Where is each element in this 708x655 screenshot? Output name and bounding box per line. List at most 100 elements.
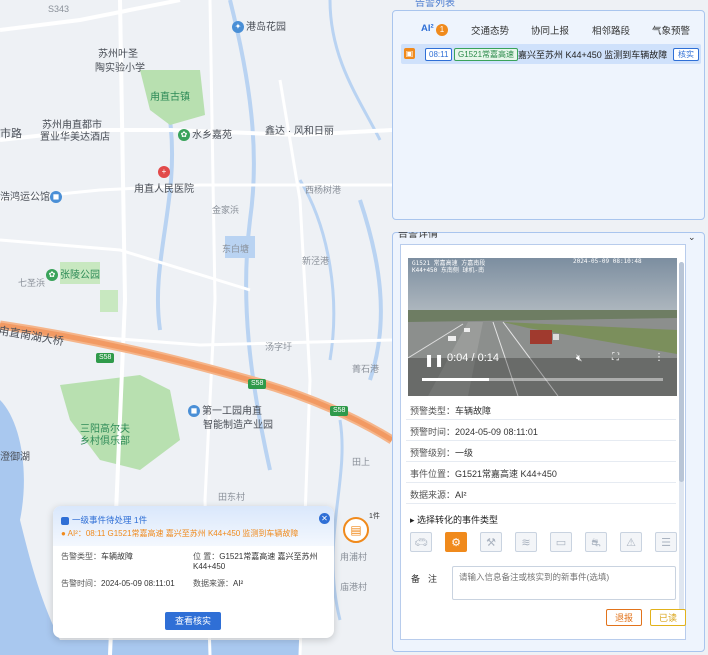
car-icon: ▣ xyxy=(404,48,415,59)
popup-time: 告警时间：2024-05-09 08:11:01 xyxy=(61,579,175,588)
map-label: ✿ 水乡嘉苑 xyxy=(178,126,232,142)
barrier-icon[interactable]: ▭ xyxy=(550,532,572,552)
event-type-section: ▸ 选择转化的事件类型 xyxy=(410,515,499,525)
caret-right-icon: ▸ xyxy=(410,515,415,525)
tab-traffic[interactable]: 交通态势 xyxy=(471,23,509,37)
tab-weather[interactable]: 气象预警 xyxy=(652,23,690,37)
map-label: 新泾港 xyxy=(302,256,330,266)
divider xyxy=(406,419,676,420)
map-label: 金家浜 xyxy=(212,205,240,215)
video-player[interactable]: G1521 常嘉高速 方嘉南段 K44+450 东南侧 球机-南 2024-05… xyxy=(408,258,677,396)
verify-button[interactable]: 核实 xyxy=(673,48,699,61)
popup-header xyxy=(53,506,334,546)
map-label: 浩鸿运公馆 ◼ xyxy=(0,188,64,204)
map-label: 鑫达 · 风和日丽 xyxy=(265,126,334,137)
map-label: 菁石港 xyxy=(352,364,380,374)
close-icon[interactable]: ✕ xyxy=(319,513,330,524)
float-count: 1件 xyxy=(369,513,380,520)
event-popup: 一级事件待处理 1件 ✕ ● AI²：08:11 G1521常嘉高速 嘉兴至苏州… xyxy=(53,506,334,638)
tab-adjacent[interactable]: 相邻路段 xyxy=(592,23,630,37)
video-frame xyxy=(408,258,677,396)
map-label: 陶实验小学 xyxy=(95,63,145,74)
vehicle-icon[interactable]: 🚗︎ xyxy=(410,532,432,552)
alert-list-title: 告警列表 xyxy=(415,0,455,9)
tab-report[interactable]: 协同上报 xyxy=(531,23,569,37)
map-label: S343 xyxy=(48,4,70,14)
park-icon: ✿ xyxy=(178,129,190,142)
map-label: 西杨树港 xyxy=(305,185,342,195)
map-label: 市路 xyxy=(0,128,22,140)
chevron-down-icon[interactable]: ⌄ xyxy=(688,232,696,243)
map-label: 甪直古镇 xyxy=(150,92,190,103)
poi-icon: ◼ xyxy=(188,405,200,418)
field-level: 预警级别：一级 xyxy=(410,448,474,458)
map-label: ✿ 张陵公园 xyxy=(46,266,100,282)
map-label: 甪直人民医院 xyxy=(134,184,194,195)
alert-time: 08:11 xyxy=(425,48,453,61)
mute-icon[interactable]: 🔇︎ xyxy=(576,353,582,364)
warning-icon[interactable]: ⚠ xyxy=(620,532,642,552)
detail-title: 告警详情 xyxy=(398,232,438,240)
map-label: 七圣浜 xyxy=(18,278,46,288)
scrollbar[interactable] xyxy=(679,262,684,622)
alert-row[interactable]: ▣ 08:11 G1521常嘉高速 嘉兴至苏州 K44+450 监测到车辆故障 … xyxy=(401,44,701,64)
video-progress-fill xyxy=(422,378,490,381)
map-label: 苏州叶圣 xyxy=(98,49,138,60)
popup-event[interactable]: ● AI²：08:11 G1521常嘉高速 嘉兴至苏州 K44+450 监测到车… xyxy=(61,528,298,539)
layers-icon[interactable]: ☰ xyxy=(655,532,677,552)
clipboard-icon[interactable]: ▤ xyxy=(343,517,369,543)
alert-list-panel: AI² 1 交通态势 协同上报 相邻路段 气象预警 ▣ 08:11 G1521常… xyxy=(392,10,705,220)
map-label: 田东村 xyxy=(218,492,246,502)
alert-road: G1521常嘉高速 xyxy=(454,48,519,61)
video-progress[interactable] xyxy=(422,378,663,381)
divider xyxy=(406,482,676,483)
pause-icon[interactable]: ❚❚ xyxy=(424,353,444,367)
map-label: 智能制造产业园 xyxy=(203,420,273,431)
popup-source: 数据来源：AI² xyxy=(193,579,244,588)
tab-badge: 1 xyxy=(436,24,448,36)
alert-tabs: AI² 1 交通态势 协同上报 相邻路段 气象预警 xyxy=(393,19,704,47)
accident-icon[interactable]: ⛐ xyxy=(585,532,607,552)
view-verify-button[interactable]: 查看核实 xyxy=(165,612,221,630)
return-button[interactable]: 退报 xyxy=(606,609,642,626)
field-type: 预警类型：车辆故障 xyxy=(410,406,492,416)
breakdown-icon[interactable]: ⚙ xyxy=(445,532,467,552)
remark-input[interactable] xyxy=(452,566,676,600)
poi-icon: ◼ xyxy=(50,191,62,204)
alert-text: 嘉兴至苏州 K44+450 监测到车辆故障 xyxy=(518,50,668,60)
read-button[interactable]: 已读 xyxy=(650,609,686,626)
event-icon xyxy=(61,516,69,525)
more-icon[interactable]: ⋮ xyxy=(654,352,664,363)
map-label: 汤字圩 xyxy=(265,342,293,352)
popup-type: 告警类型：车辆故障 xyxy=(61,552,133,561)
road-tag: S58 xyxy=(96,353,115,363)
tab-ai[interactable]: AI² xyxy=(421,23,434,34)
map-label: + xyxy=(158,166,172,178)
traffic-jam-icon[interactable]: ≋ xyxy=(515,532,537,552)
divider xyxy=(406,461,676,462)
road-tag: S58 xyxy=(248,379,267,389)
map-label: 甪浦村 xyxy=(340,552,368,562)
divider xyxy=(406,503,676,504)
map-label: ✦ 港岛花园 xyxy=(232,18,286,34)
road-tag: S58 xyxy=(330,406,349,416)
video-osd-time: 2024-05-09 08:10:48 xyxy=(573,258,642,265)
map-label: 庙港村 xyxy=(340,582,368,592)
poi-icon: ✦ xyxy=(232,21,244,34)
popup-location: 位 置：G1521常嘉高速 嘉兴至苏州 K44+450 xyxy=(193,552,318,571)
fullscreen-icon[interactable]: ⛶ xyxy=(612,352,619,363)
remark-label: 备注 xyxy=(411,574,446,584)
field-location: 事件位置：G1521常嘉高速 K44+450 xyxy=(410,469,557,479)
scrollbar-thumb[interactable] xyxy=(679,262,684,482)
map-label: 田上 xyxy=(352,457,371,467)
hospital-icon: + xyxy=(158,166,170,178)
field-source: 数据来源：AI² xyxy=(410,490,467,500)
map-label: 置业华美达酒店 xyxy=(40,132,110,143)
video-osd-line2: K44+450 东南侧 球机-南 xyxy=(412,267,485,274)
field-time: 预警时间：2024-05-09 08:11:01 xyxy=(410,427,538,437)
popup-title: 一级事件待处理 1件 xyxy=(61,514,147,526)
map-label: 乡村俱乐部 xyxy=(80,436,130,447)
video-time: 0:04 / 0:14 xyxy=(447,352,500,364)
map-label: 东白塘 xyxy=(222,244,250,254)
construction-icon[interactable]: ⚒ xyxy=(480,532,502,552)
